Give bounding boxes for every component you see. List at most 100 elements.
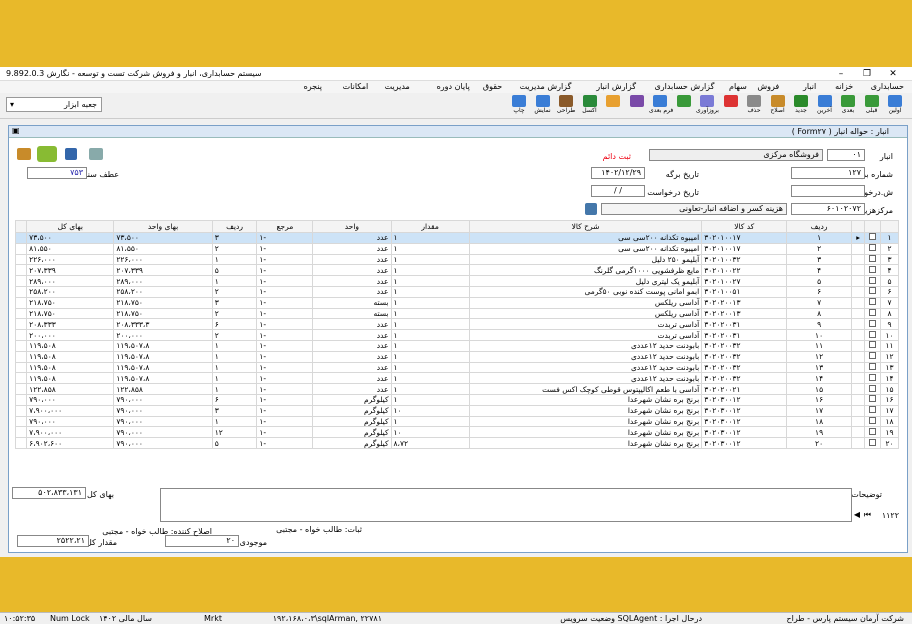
- grid-cell[interactable]: عدد: [312, 361, 392, 374]
- grid-cell[interactable]: ۱: [211, 383, 258, 395]
- grid-cell[interactable]: ۲۰: [786, 437, 852, 449]
- grid-cell[interactable]: ۱-: [256, 415, 314, 428]
- anbar-name-field[interactable]: فروشگاه مرکزی: [649, 149, 823, 161]
- grid-cell[interactable]: ۲۲۶،۰۰۰: [26, 253, 115, 266]
- menu-item-4[interactable]: سهام: [729, 82, 747, 91]
- grid-cell[interactable]: ۱۱۹،۵۰۸: [26, 372, 115, 385]
- grid-cell[interactable]: ۶: [786, 285, 852, 298]
- grid-cell[interactable]: کیلوگرم: [312, 393, 392, 406]
- anbar-code-field[interactable]: ۰۱: [827, 149, 865, 161]
- grid-cell[interactable]: ۱-: [256, 426, 314, 439]
- row-checkbox[interactable]: [864, 426, 882, 439]
- grid-cell[interactable]: ۱-: [256, 350, 314, 363]
- row-checkbox[interactable]: [864, 437, 882, 449]
- row-checkbox[interactable]: [864, 275, 882, 287]
- grid-cell[interactable]: ۲: [786, 242, 852, 255]
- grid-cell[interactable]: ۱-: [256, 339, 314, 352]
- grid-cell[interactable]: ۱-: [256, 318, 314, 331]
- grid-cell[interactable]: ۳: [211, 404, 258, 417]
- grid-cell[interactable]: ۳: [211, 232, 258, 244]
- cost-code-field[interactable]: ۶۰۱۰۲۰۷۲: [791, 203, 865, 215]
- table-row[interactable]: ۷۳،۵۰۰ ۷۳،۵۰۰ ۳ ۱- عدد ۱ امیبوه تکدانه ۲۰۰سی س…: [14, 232, 899, 244]
- grid-cell[interactable]: ۱۴: [786, 372, 852, 385]
- toolbox-combo[interactable]: جعبه ابزار ▾: [6, 97, 102, 112]
- grid-cell[interactable]: برنج بره نشان شهرعدا: [468, 437, 703, 449]
- grid-cell[interactable]: کیلوگرم: [312, 426, 392, 439]
- toolbar-button-11[interactable]: [626, 94, 648, 118]
- toolbar-button-8[interactable]: بروزآوری: [696, 94, 719, 118]
- menu-item-12[interactable]: پنجره: [304, 82, 322, 91]
- grid-cell[interactable]: ۳۰۲۰۳۰۰۱۲: [701, 415, 788, 428]
- menu-item-0[interactable]: حسابداری: [871, 82, 904, 91]
- grid-cell[interactable]: ۱-: [256, 329, 314, 341]
- grid-cell[interactable]: ۱۰: [786, 329, 852, 341]
- grid-cell[interactable]: ۲۰۸،۳۳۳: [26, 318, 115, 331]
- table-row[interactable]: ۲۰۸،۳۳۳ ۲۰۸،۳۳۳،۳ ۶ ۱- عدد ۱ آداسی تربدت ۳۰۲۰۲۰…: [14, 318, 899, 331]
- grid-cell[interactable]: ۱۰: [390, 426, 470, 439]
- grid-cell[interactable]: بابودنت حدید ۱۲عددی: [468, 372, 703, 385]
- menu-item-2[interactable]: انبار: [803, 82, 816, 91]
- close-icon[interactable]: ✕: [880, 68, 906, 80]
- grid-cell[interactable]: ۳۰۲۰۲۰۰۳۲: [701, 361, 788, 374]
- row-checkbox[interactable]: [864, 350, 882, 363]
- grid-cell[interactable]: ۳۰۲۰۱۰۰۱۷: [701, 232, 788, 244]
- grid-cell[interactable]: بابودنت حدید ۱۲عددی: [468, 350, 703, 363]
- grid-cell[interactable]: ۲۱۸،۷۵۰: [26, 296, 115, 309]
- grid-cell[interactable]: آبلیمو ۲۵۰ دلیل: [468, 253, 703, 266]
- grid-cell[interactable]: ۱: [390, 361, 470, 374]
- table-row[interactable]: ۲۵۸،۲۰۰ ۲۵۸،۲۰۰ ۲ ۱- عدد ۱ ابمو امانی پوست کند…: [14, 285, 899, 298]
- table-row[interactable]: ۱۱۹،۵۰۸ ۱۱۹،۵۰۷،۸ ۱ ۱- عدد ۱ بابودنت حدید ۱۲عد…: [14, 350, 899, 363]
- grid-cell[interactable]: ۱: [211, 253, 258, 266]
- grid-cell[interactable]: ۱۶: [786, 393, 852, 406]
- grid-cell[interactable]: کیلوگرم: [312, 437, 392, 449]
- grid-cell[interactable]: بابودنت حدید ۱۲عددی: [468, 361, 703, 374]
- grid-cell[interactable]: ۱-: [256, 307, 314, 320]
- table-row[interactable]: ۷۹۰،۰۰۰ ۷۹۰،۰۰۰ ۱ ۱- کیلوگرم ۱ برنج بره نشان ش…: [14, 415, 899, 428]
- grid-cell[interactable]: ۳: [211, 296, 258, 309]
- grid-cell[interactable]: ۸۱،۵۵۰: [113, 242, 213, 255]
- grid-cell[interactable]: ۲: [211, 242, 258, 255]
- row-checkbox[interactable]: [864, 361, 882, 374]
- grid-cell[interactable]: ۱-: [256, 232, 314, 244]
- toolbar-button-1[interactable]: قبلی: [861, 94, 883, 118]
- grid-cell[interactable]: ۴: [786, 264, 852, 277]
- grid-cell[interactable]: برنج بره نشان شهرعدا: [468, 404, 703, 417]
- row-checkbox[interactable]: [864, 339, 882, 352]
- binoculars-icon[interactable]: [585, 203, 597, 215]
- grid-cell[interactable]: ۳۰۲۰۲۰۰۲۱: [701, 383, 788, 395]
- grid-cell[interactable]: ۱: [390, 372, 470, 385]
- grid-cell[interactable]: ۹: [786, 318, 852, 331]
- minimize-icon[interactable]: –: [828, 68, 854, 80]
- grid-cell[interactable]: کیلوگرم: [312, 415, 392, 428]
- toolbar-button-13[interactable]: اکسل: [579, 94, 601, 118]
- grid-cell[interactable]: عدد: [312, 275, 392, 287]
- menu-item-11[interactable]: امکانات: [343, 82, 369, 91]
- table-row[interactable]: ۱۱۹،۵۰۸ ۱۱۹،۵۰۷،۸ ۱ ۱- عدد ۱ بابودنت حدید ۱۲عد…: [14, 339, 899, 352]
- atf-field[interactable]: ۷۵۳: [27, 167, 87, 179]
- grid-cell[interactable]: ۲۰۰،۰۰۰: [26, 329, 115, 341]
- grid-cell[interactable]: ۱: [786, 232, 852, 244]
- toolbar-button-5[interactable]: اصلاح: [767, 94, 789, 118]
- grid-cell[interactable]: ۱-: [256, 285, 314, 298]
- grid-cell[interactable]: ۱: [390, 339, 470, 352]
- table-row[interactable]: ۸۱،۵۵۰ ۸۱،۵۵۰ ۲ ۱- عدد ۱ امیبوه تکدانه ۲۰۰سی س…: [14, 242, 899, 255]
- grid-cell[interactable]: عدد: [312, 253, 392, 266]
- row-checkbox[interactable]: [864, 296, 882, 309]
- grid-cell[interactable]: ۱: [390, 393, 470, 406]
- grid-cell[interactable]: ۶،۹۰۲،۶۰۰: [26, 437, 115, 449]
- notes-field[interactable]: [160, 488, 852, 522]
- grid-cell[interactable]: ۲۰۰،۰۰۰: [113, 329, 213, 341]
- grid-cell[interactable]: ۳۰۲۰۱۰۰۲۷: [701, 275, 788, 287]
- grid-cell[interactable]: ۱۱۹،۵۰۷،۸: [113, 350, 213, 363]
- grid-cell[interactable]: ۱: [211, 415, 258, 428]
- cost-name-field[interactable]: هزینه کسر و اضافه انبار-تعاونی: [601, 203, 787, 215]
- grid-cell[interactable]: بسته: [312, 296, 392, 309]
- grid-cell[interactable]: عدد: [312, 329, 392, 341]
- toolbar-button-14[interactable]: طراحی: [555, 94, 577, 118]
- row-checkbox[interactable]: [864, 404, 882, 417]
- grid-cell[interactable]: ۸: [786, 307, 852, 320]
- grid-cell[interactable]: ۱: [390, 329, 470, 341]
- mojoodi-field[interactable]: ۲۰: [165, 535, 239, 547]
- grid-cell[interactable]: ۱۱۹،۵۰۸: [26, 350, 115, 363]
- grid-cell[interactable]: ۳۰۲۰۲۰۰۳۲: [701, 339, 788, 352]
